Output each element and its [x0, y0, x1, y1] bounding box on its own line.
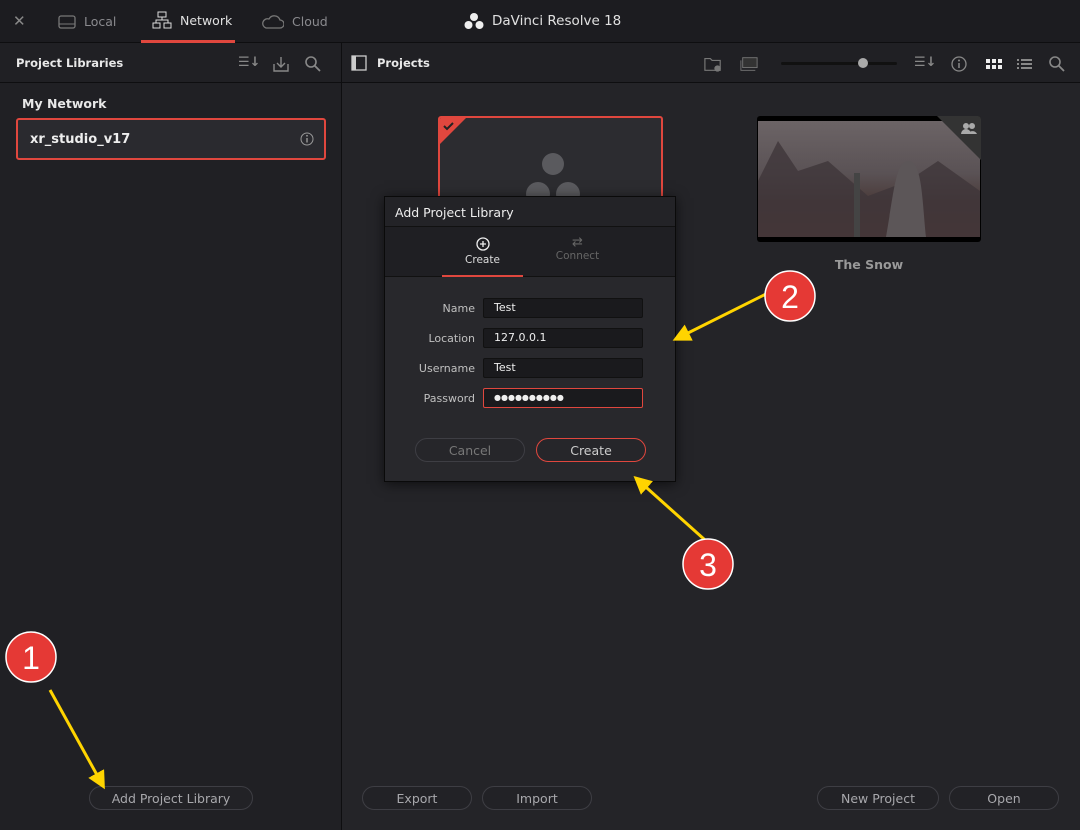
annotation-arrow — [633, 475, 707, 542]
svg-text:3: 3 — [699, 547, 717, 583]
annotation-badge: 3 — [682, 538, 734, 590]
svg-text:2: 2 — [781, 279, 799, 315]
annotation-overlay: 1 2 3 — [5, 270, 816, 790]
svg-text:1: 1 — [22, 640, 40, 676]
annotation-badge: 2 — [764, 270, 816, 322]
annotation-arrow — [48, 689, 105, 790]
annotation-badge: 1 — [5, 631, 57, 683]
annotation-arrow — [672, 292, 767, 341]
